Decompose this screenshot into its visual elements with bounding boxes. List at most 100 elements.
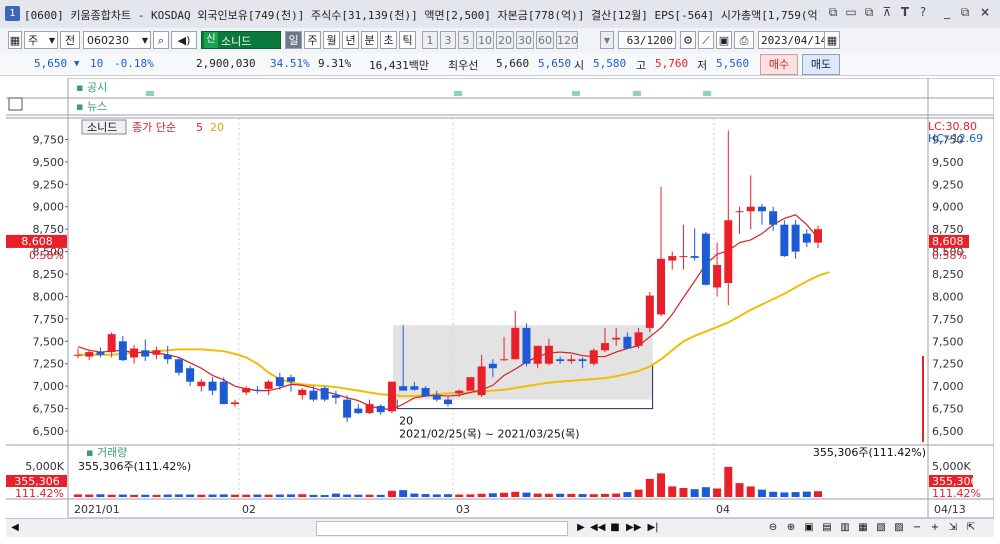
print-icon[interactable]: ⎙ <box>734 31 754 49</box>
grid-icon[interactable]: ▦ <box>8 31 22 49</box>
scroll-left-icon[interactable]: ◀ <box>8 521 22 535</box>
scroll-thumb[interactable] <box>316 521 568 536</box>
interval-button[interactable]: 20 <box>496 31 514 49</box>
stop-icon[interactable]: ■ <box>608 521 622 535</box>
period-button[interactable]: 틱 <box>399 31 416 49</box>
restore-icon[interactable]: ⧉ <box>958 5 972 19</box>
scroll-right-icon[interactable]: ▶ <box>574 521 588 535</box>
disclosure-label: ▪ 공시 <box>76 81 107 94</box>
rewind-icon[interactable]: ◀◀ <box>590 521 605 535</box>
fit-icon[interactable]: ⇲ <box>946 521 960 535</box>
interval-button[interactable]: 1 <box>422 31 438 49</box>
minus-icon[interactable]: − <box>910 521 924 535</box>
calendar-icon[interactable]: ▦ <box>824 31 840 49</box>
link-icon[interactable]: ⧉ <box>826 5 840 19</box>
layout-a-icon[interactable]: ▣ <box>802 521 816 535</box>
pin-icon[interactable]: ⊼ <box>880 5 894 19</box>
y-tick-label-left: 8,250 <box>33 268 65 281</box>
candle-body <box>230 402 239 405</box>
stock-name: 소니드 <box>221 35 252 48</box>
zoom-out-icon[interactable]: ⊖ <box>766 521 780 535</box>
candle-body <box>668 256 677 261</box>
candle-body <box>466 377 475 391</box>
chart-tool-icon[interactable]: ⟋ <box>698 31 714 49</box>
search-icon[interactable]: ⌕ <box>153 31 169 49</box>
period-button[interactable]: 일 <box>285 31 302 49</box>
buy-button[interactable]: 매수 <box>760 54 798 75</box>
dropdown-icon[interactable]: ▼ <box>600 31 614 49</box>
volume-bar <box>578 494 587 497</box>
save-icon[interactable]: ▣ <box>716 31 732 49</box>
speaker-icon[interactable]: ◀) <box>171 31 197 49</box>
layout-c-icon[interactable]: ▥ <box>838 521 852 535</box>
end-icon[interactable]: ▶| <box>646 521 660 535</box>
period-button[interactable]: 월 <box>323 31 340 49</box>
hide-icon[interactable]: ▭ <box>844 5 858 19</box>
new-stock-badge: 신 <box>204 32 218 48</box>
volume-bar <box>522 492 531 497</box>
layout-d-icon[interactable]: ▦ <box>856 521 870 535</box>
interval-button[interactable]: 5 <box>458 31 474 49</box>
volume-bar <box>343 494 352 497</box>
volume-bar <box>320 495 329 497</box>
count-input[interactable]: 63/1200 <box>618 31 676 49</box>
forward-icon[interactable]: ▶▶ <box>626 521 641 535</box>
period-select[interactable]: 주 ▼ <box>24 31 58 49</box>
volume-bar <box>376 494 385 497</box>
candle-body <box>600 343 609 351</box>
sell-button[interactable]: 매도 <box>802 54 840 75</box>
layout-e-icon[interactable]: ▧ <box>874 521 888 535</box>
volume-bar <box>746 486 755 497</box>
zoom-in-icon[interactable]: ⊕ <box>784 521 798 535</box>
help-icon[interactable]: ? <box>916 5 930 19</box>
candle-body <box>769 211 778 225</box>
layout-icon[interactable]: ⧉ <box>862 5 876 19</box>
jeon-button[interactable]: 전 <box>60 31 80 49</box>
minimize-icon[interactable]: _ <box>940 5 954 19</box>
candle-body <box>780 224 789 257</box>
volume-bar <box>118 494 127 497</box>
y-tick-label-right: 6,500 <box>932 425 964 438</box>
y-tick-label-right: 7,250 <box>932 358 964 371</box>
candle-body <box>74 354 82 356</box>
volume-bar <box>679 488 688 497</box>
window-controls: ⧉ ▭ ⧉ ⊼ T ? _ ⧉ × <box>820 0 1000 27</box>
candle-body <box>152 350 161 355</box>
volume-pct-left: 111.42% <box>15 487 64 500</box>
candle-body <box>522 327 531 364</box>
interval-button[interactable]: 10 <box>476 31 494 49</box>
candle-body <box>500 359 509 361</box>
interval-button[interactable]: 30 <box>516 31 534 49</box>
candle-body <box>96 352 105 355</box>
interval-button[interactable]: 60 <box>536 31 554 49</box>
candle-body <box>242 387 251 393</box>
candle-body <box>107 334 116 353</box>
candle-body <box>690 256 699 258</box>
layout-f-icon[interactable]: ▨ <box>892 521 906 535</box>
y-tick-label-left: 8,000 <box>33 290 65 303</box>
period-button[interactable]: 분 <box>361 31 378 49</box>
stock-code-input[interactable]: 060230 ▼ <box>83 31 151 49</box>
volume-bar <box>432 494 441 497</box>
volume-tick-right: 5,000K <box>932 460 971 473</box>
plus-icon[interactable]: + <box>928 521 942 535</box>
window-number-badge: 1 <box>5 6 20 21</box>
font-size-icon[interactable]: T <box>898 5 912 19</box>
candle-body <box>757 206 766 212</box>
best-quote-label: 최우선 <box>448 59 479 72</box>
settings-icon[interactable]: ⚙ <box>680 31 696 49</box>
stock-name-box[interactable]: 신 소니드 <box>201 31 281 49</box>
period-button[interactable]: 초 <box>380 31 397 49</box>
volume-bar <box>724 466 733 497</box>
layout-b-icon[interactable]: ▤ <box>820 521 834 535</box>
y-tick-label-left: 6,500 <box>33 425 65 438</box>
interval-button[interactable]: 3 <box>440 31 456 49</box>
close-icon[interactable]: × <box>978 5 992 19</box>
date-input[interactable]: 2023/04/14 <box>758 31 828 49</box>
volume-summary-right: 355,306주(111.42%) <box>813 446 926 459</box>
interval-button[interactable]: 120 <box>556 31 578 49</box>
stock-chart[interactable]: ▪ 공시▪ 뉴스9,750 9,7509,500 9,5009,250 9,2509,… <box>6 78 994 518</box>
expand-icon[interactable]: ⇱ <box>964 521 978 535</box>
period-button[interactable]: 주 <box>304 31 321 49</box>
period-button[interactable]: 년 <box>342 31 359 49</box>
